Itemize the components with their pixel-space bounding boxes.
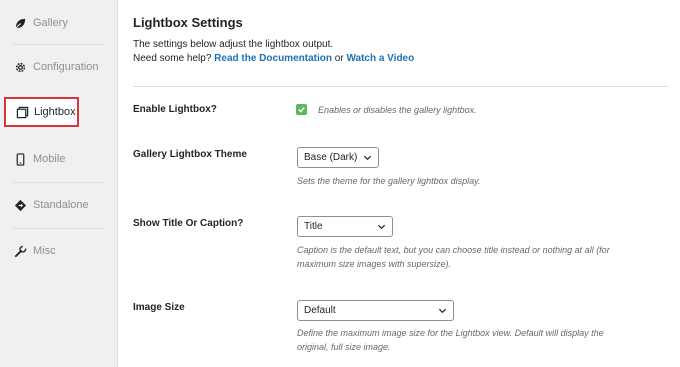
enable-lightbox-hint: Enables or disables the gallery lightbox… [318,105,477,115]
sidebar-item-gallery[interactable]: Gallery [0,0,118,46]
select-value: Base (Dark) [304,152,358,163]
hint-line: maximum size images with supersize). [297,259,452,269]
hint-line: original, full size image. [297,342,391,352]
lightbox-theme-label: Gallery Lightbox Theme [133,149,247,160]
settings-main: Lightbox Settings The settings below adj… [119,0,680,367]
mobile-icon [13,152,27,166]
read-documentation-link[interactable]: Read the Documentation [214,53,332,64]
sidebar-item-misc[interactable]: Misc [0,228,118,274]
standalone-icon [13,198,27,212]
hint-line: Caption is the default text, but you can… [297,245,610,255]
gear-icon [13,60,27,74]
settings-page: Gallery Configuration Lightbox Mobile St… [0,0,680,367]
help-line: Need some help? Read the Documentation o… [133,52,414,66]
sidebar-item-lightbox[interactable]: Lightbox [4,97,79,127]
hint-line: Define the maximum image size for the Li… [297,328,604,338]
page-title: Lightbox Settings [133,15,243,30]
leaf-icon [13,16,27,30]
sidebar-item-label: Standalone [33,199,89,211]
title-caption-hint: Caption is the default text, but you can… [297,243,610,271]
page-description: The settings below adjust the lightbox o… [133,38,414,66]
settings-sidebar: Gallery Configuration Lightbox Mobile St… [0,0,118,367]
image-size-select[interactable]: Default [297,300,454,321]
checkmark-icon [298,107,305,113]
sidebar-item-mobile[interactable]: Mobile [0,136,118,182]
select-value: Title [304,221,323,232]
sidebar-item-label: Mobile [33,153,66,165]
lightbox-icon [15,105,29,119]
description-line: The settings below adjust the lightbox o… [133,39,334,50]
sidebar-item-label: Gallery [33,17,68,29]
sidebar-item-configuration[interactable]: Configuration [0,44,118,90]
sidebar-item-label: Misc [33,245,56,257]
chevron-down-icon [363,155,372,161]
help-prefix: Need some help? [133,53,212,64]
section-divider [133,86,668,87]
or-text: or [334,53,344,64]
chevron-down-icon [438,308,447,314]
title-caption-select[interactable]: Title [297,216,393,237]
enable-lightbox-label: Enable Lightbox? [133,104,217,115]
image-size-label: Image Size [133,302,185,313]
title-caption-label: Show Title Or Caption? [133,218,244,229]
wrench-icon [13,244,27,258]
enable-lightbox-checkbox[interactable] [296,104,307,115]
select-value: Default [304,305,336,316]
lightbox-theme-select[interactable]: Base (Dark) [297,147,379,168]
chevron-down-icon [377,224,386,230]
sidebar-item-label: Configuration [33,61,99,73]
lightbox-theme-hint: Sets the theme for the gallery lightbox … [297,176,481,186]
sidebar-item-label: Lightbox [34,106,76,118]
watch-video-link[interactable]: Watch a Video [346,53,414,64]
image-size-hint: Define the maximum image size for the Li… [297,326,604,354]
sidebar-item-standalone[interactable]: Standalone [0,182,118,228]
